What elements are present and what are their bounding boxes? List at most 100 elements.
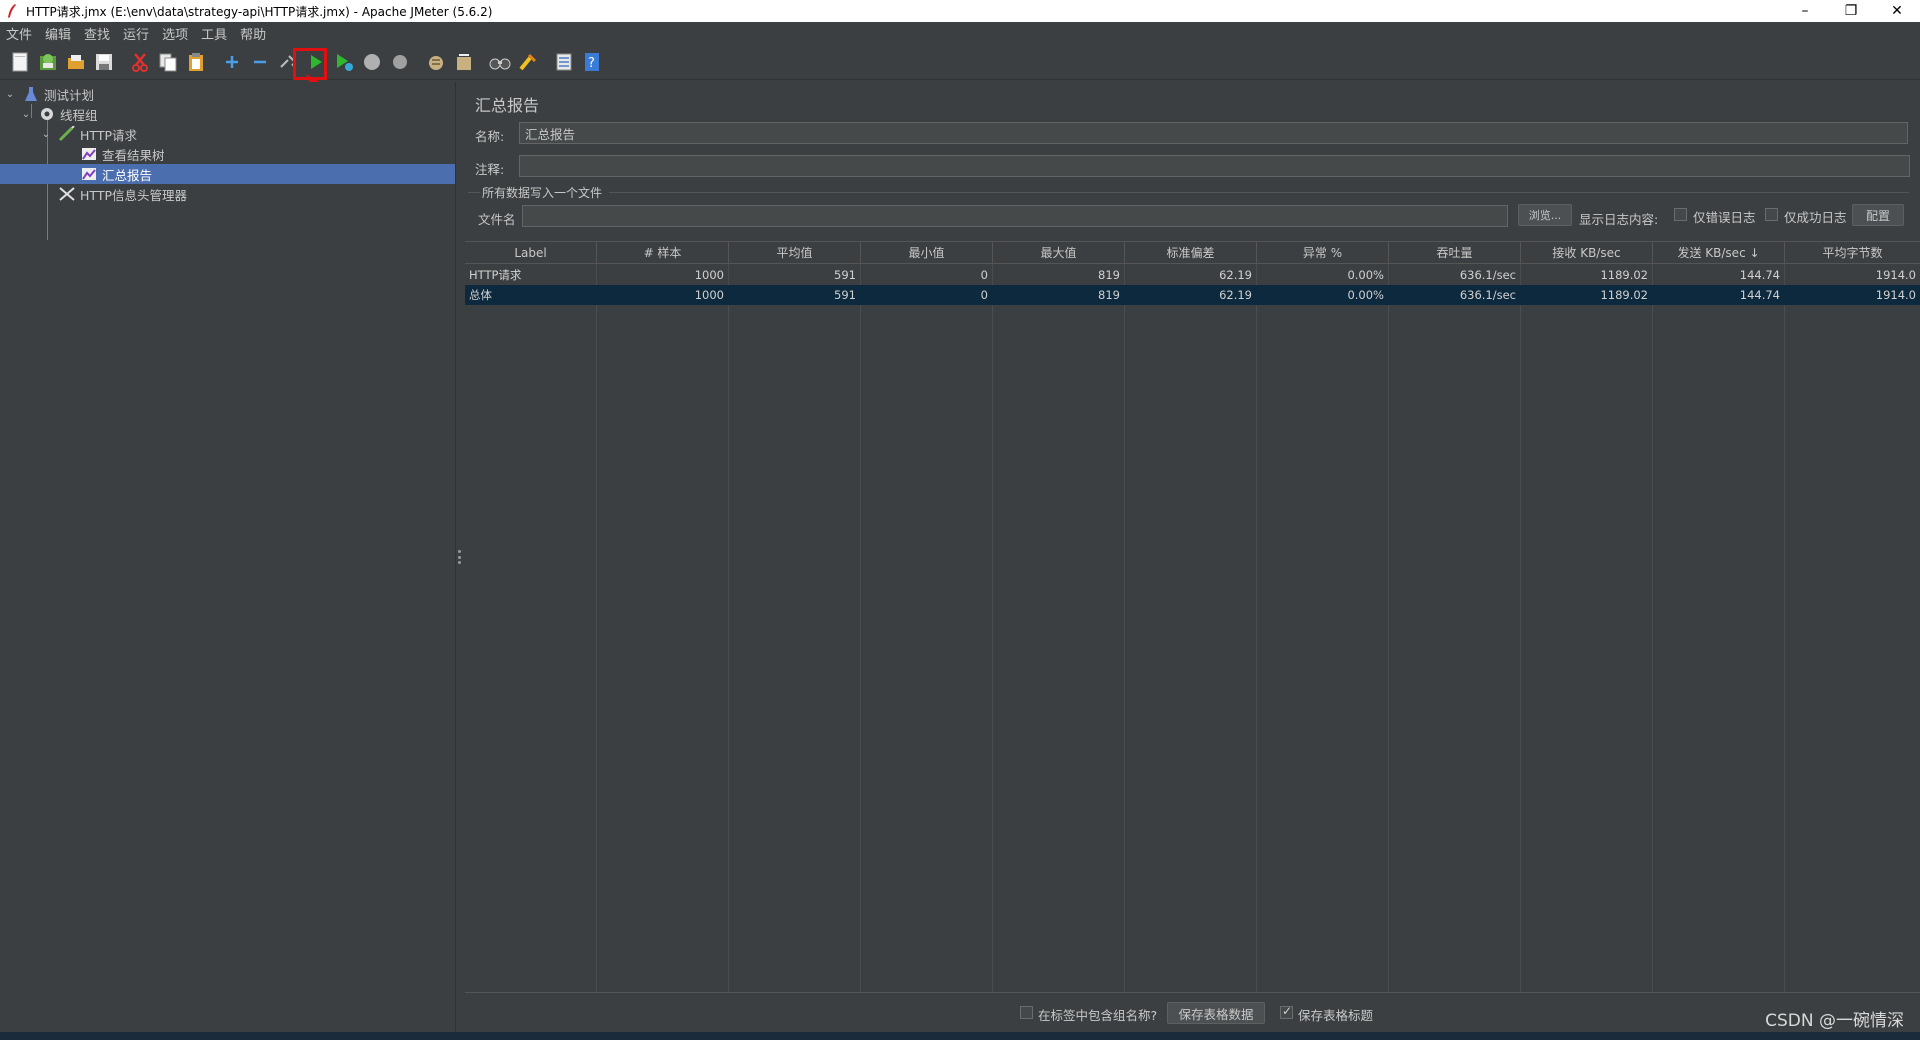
column-header-label[interactable]: Label xyxy=(465,242,597,264)
include-group-name-checkbox[interactable] xyxy=(1020,1006,1033,1019)
errors-only-checkbox[interactable] xyxy=(1674,208,1687,221)
tree-item-view-results-tree[interactable]: 查看结果树 xyxy=(80,144,444,164)
filename-field[interactable] xyxy=(522,205,1508,227)
reset-search-icon[interactable] xyxy=(514,48,542,76)
menu-bar: 文件 编辑 查找 运行 选项 工具 帮助 xyxy=(0,22,1920,44)
bottom-bar: 在标签中包含组名称? 保存表格数据 保存表格标题 xyxy=(465,992,1920,1032)
table-cell: 总体 xyxy=(469,288,492,302)
tree-item-test-plan[interactable]: ⌄ 测试计划 xyxy=(4,84,444,104)
column-header-samples[interactable]: # 样本 xyxy=(597,242,729,264)
table-cell: 1189.02 xyxy=(1600,288,1648,302)
column-header-sent-kb[interactable]: 发送 KB/sec ↓ xyxy=(1653,242,1785,264)
column-header-max[interactable]: 最大值 xyxy=(993,242,1125,264)
name-label: 名称: xyxy=(475,129,505,144)
menu-options[interactable]: 选项 xyxy=(158,24,197,43)
save-table-header-checkbox[interactable] xyxy=(1280,1004,1293,1019)
table-row[interactable]: HTTP请求 1000 591 0 819 62.19 0.00% 636.1/… xyxy=(465,265,1920,285)
table-cell: 1914.0 xyxy=(1875,268,1916,282)
close-button[interactable]: ✕ xyxy=(1874,0,1920,22)
svg-text:?: ? xyxy=(588,56,595,71)
table-cell: 819 xyxy=(1098,268,1120,282)
shutdown-icon[interactable] xyxy=(386,48,414,76)
search-icon[interactable] xyxy=(486,48,514,76)
menu-run[interactable]: 运行 xyxy=(119,24,158,43)
table-row-selected[interactable]: 总体 1000 591 0 819 62.19 0.00% 636.1/sec … xyxy=(465,285,1920,305)
table-cell: 0 xyxy=(980,288,988,302)
table-cell: 144.74 xyxy=(1739,288,1780,302)
expand-icon[interactable] xyxy=(218,48,246,76)
new-icon[interactable] xyxy=(6,48,34,76)
browse-button[interactable]: 浏览... xyxy=(1518,204,1572,226)
templates-icon[interactable] xyxy=(34,48,62,76)
restore-button[interactable]: ❐ xyxy=(1828,0,1874,22)
clear-icon[interactable] xyxy=(422,48,450,76)
open-icon[interactable] xyxy=(62,48,90,76)
column-header-throughput[interactable]: 吞吐量 xyxy=(1389,242,1521,264)
chart-icon xyxy=(80,166,98,182)
column-header-avg-bytes[interactable]: 平均字节数 xyxy=(1785,242,1920,264)
menu-search[interactable]: 查找 xyxy=(80,24,119,43)
table-cell: 0.00% xyxy=(1347,268,1384,282)
name-field[interactable] xyxy=(519,122,1908,144)
save-icon[interactable] xyxy=(90,48,118,76)
paste-icon[interactable] xyxy=(182,48,210,76)
table-cell: 0 xyxy=(980,268,988,282)
menu-file[interactable]: 文件 xyxy=(2,24,41,43)
tree-item-header-manager[interactable]: HTTP信息头管理器 xyxy=(58,184,444,204)
table-cell: HTTP请求 xyxy=(469,268,522,282)
tree-item-http-request[interactable]: ⌄ HTTP请求 xyxy=(40,124,444,144)
csdn-watermark: CSDN @一碗情深 xyxy=(1765,1011,1904,1031)
menu-help[interactable]: 帮助 xyxy=(236,24,275,43)
cut-icon[interactable] xyxy=(126,48,154,76)
table-cell: 819 xyxy=(1098,288,1120,302)
tree-item-summary-report[interactable]: 汇总报告 xyxy=(0,164,455,184)
tree-item-label: 汇总报告 xyxy=(102,167,153,183)
clear-all-icon[interactable] xyxy=(450,48,478,76)
chevron-down-icon[interactable]: ⌄ xyxy=(40,129,52,140)
function-helper-icon[interactable] xyxy=(550,48,578,76)
table-cell: 591 xyxy=(834,268,856,282)
save-table-data-button[interactable]: 保存表格数据 xyxy=(1167,1002,1265,1024)
success-only-checkbox[interactable] xyxy=(1765,208,1778,221)
collapse-icon[interactable] xyxy=(246,48,274,76)
copy-icon[interactable] xyxy=(154,48,182,76)
table-cell: 62.19 xyxy=(1219,268,1252,282)
table-cell: 636.1/sec xyxy=(1459,268,1516,282)
bottom-edge-strip xyxy=(0,1032,1920,1040)
tree-item-label: HTTP请求 xyxy=(80,127,137,143)
success-only-label: 仅成功日志 xyxy=(1784,210,1847,225)
chevron-down-icon[interactable]: ⌄ xyxy=(20,109,32,120)
file-group-label: 所有数据写入一个文件 xyxy=(482,186,603,200)
jmeter-feather-icon xyxy=(4,3,20,19)
menu-tools[interactable]: 工具 xyxy=(197,24,236,43)
menu-edit[interactable]: 编辑 xyxy=(41,24,80,43)
comment-field[interactable] xyxy=(519,155,1910,177)
chevron-down-icon[interactable]: ⌄ xyxy=(4,89,16,100)
tree-item-thread-group[interactable]: ⌄ 线程组 xyxy=(20,104,444,124)
tree-item-label: 测试计划 xyxy=(44,87,95,103)
help-icon[interactable]: ? xyxy=(578,48,606,76)
table-cell: 591 xyxy=(834,288,856,302)
include-group-name-label: 在标签中包含组名称? xyxy=(1038,1008,1158,1023)
filename-label: 文件名 xyxy=(478,212,516,227)
column-header-std-dev[interactable]: 标准偏差 xyxy=(1125,242,1257,264)
drag-handle-icon[interactable] xyxy=(458,550,461,564)
configure-button[interactable]: 配置 xyxy=(1852,204,1904,226)
window-title: HTTP请求.jmx (E:\env\data\strategy-api\HTT… xyxy=(26,4,493,19)
minimize-button[interactable]: – xyxy=(1782,0,1828,22)
table-cell: 1189.02 xyxy=(1600,268,1648,282)
column-header-min[interactable]: 最小值 xyxy=(861,242,993,264)
comment-label: 注释: xyxy=(475,162,505,177)
save-table-header-label: 保存表格标题 xyxy=(1298,1008,1374,1023)
table-cell: 636.1/sec xyxy=(1459,288,1516,302)
tools-icon xyxy=(58,186,76,202)
table-cell: 1000 xyxy=(694,268,724,282)
table-cell: 1000 xyxy=(694,288,724,302)
split-pane-divider[interactable] xyxy=(455,82,463,1032)
tree-item-label: 查看结果树 xyxy=(102,147,165,163)
jmeter-window: HTTP请求.jmx (E:\env\data\strategy-api\HTT… xyxy=(0,0,1920,1040)
column-header-average[interactable]: 平均值 xyxy=(729,242,861,264)
toolbar: ? xyxy=(0,44,1920,80)
column-header-received-kb[interactable]: 接收 KB/sec xyxy=(1521,242,1653,264)
column-header-error-pct[interactable]: 异常 % xyxy=(1257,242,1389,264)
